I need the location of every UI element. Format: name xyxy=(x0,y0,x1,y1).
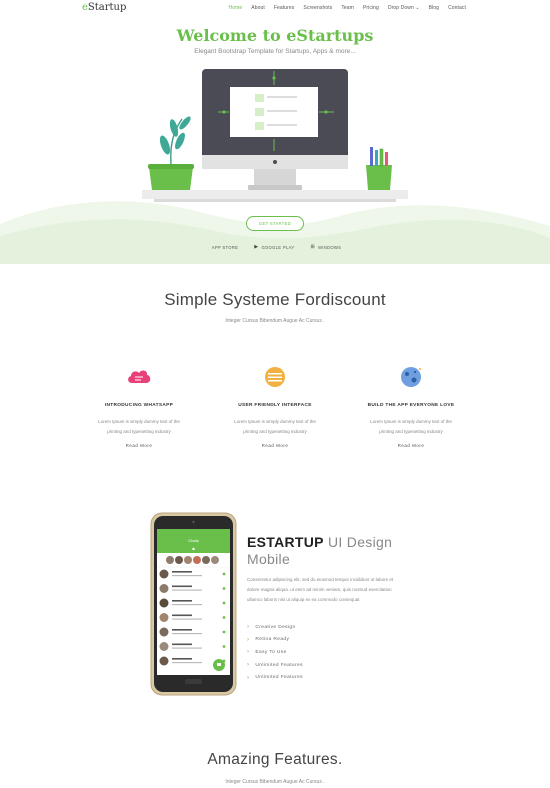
chat-preview-line xyxy=(172,633,202,635)
chat-preview-line xyxy=(172,618,202,620)
planet-icon xyxy=(401,367,421,387)
chevron-right-icon: › xyxy=(247,649,250,656)
feature-title: INTRODUCING WHATSAPP xyxy=(104,403,174,408)
google-play-link[interactable]: ▶ GOOGLE PLAY xyxy=(254,244,294,250)
hero-title: Welcome to eStartups xyxy=(176,26,374,45)
chat-avatar xyxy=(159,642,169,651)
nav-home[interactable]: Home xyxy=(229,5,243,11)
feature-title: USER FRIENDLY INTERFACE xyxy=(238,403,312,408)
chat-avatar xyxy=(159,613,169,622)
chat-name-line xyxy=(172,614,192,617)
chevron-right-icon: › xyxy=(247,636,250,643)
nav-dropdown[interactable]: Drop Down ⌄ xyxy=(388,5,420,11)
windows-icon: ⊞ xyxy=(310,244,315,250)
features-row: INTRODUCING WHATSAPP Lorem Ipsum is simp… xyxy=(75,365,475,448)
feature-title: BUILD THE APP EVERYONE LOVE xyxy=(367,403,455,408)
app-store-link[interactable]: APP STORE xyxy=(209,244,239,250)
amazing-subtitle: Integer Cursus Bibendum Augue Ac Cursus … xyxy=(225,779,325,785)
list-item: › Unlimited Features xyxy=(247,674,303,681)
feature-card: INTRODUCING WHATSAPP Lorem Ipsum is simp… xyxy=(75,365,203,448)
phone-mockup: Chats xyxy=(150,512,237,696)
desk-illustration xyxy=(142,69,408,202)
chat-preview-line xyxy=(172,647,202,649)
list-item: › Creative Design xyxy=(247,624,296,631)
chat-avatar xyxy=(159,656,169,666)
feature-card: BUILD THE APP EVERYONE LOVE Lorem Ipsum … xyxy=(347,365,475,448)
store-links: APP STORE ▶ GOOGLE PLAY ⊞ WINDOWS xyxy=(0,244,550,250)
chevron-right-icon: › xyxy=(247,662,250,669)
chat-status-dot xyxy=(222,601,226,605)
cloud-icon xyxy=(128,370,151,383)
design-title: ESTARTUP UI Design Mobile xyxy=(247,534,393,567)
feature-text: Lorem Ipsum is simply dummy text of the p… xyxy=(98,419,180,434)
chat-name-line xyxy=(172,643,192,646)
feature-text: Lorem Ipsum is simply dummy text of the p… xyxy=(234,419,316,434)
chat-status-dot xyxy=(222,645,226,648)
nav-screenshots[interactable]: Screenshots xyxy=(303,5,332,11)
read-more-link[interactable]: Read More xyxy=(75,443,203,448)
chat-status-dot xyxy=(222,572,226,576)
chat-preview-line xyxy=(172,604,202,606)
ui-icon xyxy=(265,367,285,387)
chat-avatar xyxy=(159,627,169,637)
amazing-title: Amazing Features. xyxy=(207,751,343,768)
chat-preview-line xyxy=(172,662,202,664)
read-more-link[interactable]: Read More xyxy=(211,443,339,448)
feature-text: Lorem Ipsum is simply dummy text of the p… xyxy=(370,419,452,434)
list-item: › Retina Ready xyxy=(247,636,290,643)
nav-about[interactable]: About xyxy=(251,5,265,11)
nav-pricing[interactable]: Pricing xyxy=(363,5,379,11)
site-logo[interactable]: eStartup xyxy=(82,2,126,13)
design-description: Consectetur adipiscing elit, sed do eius… xyxy=(247,577,394,602)
chat-name-line xyxy=(172,658,192,660)
chat-avatar xyxy=(159,569,169,579)
navbar: eStartup Home About Features Screenshots… xyxy=(0,0,550,18)
phone-header-title: Chats xyxy=(188,538,198,543)
play-icon: ▶ xyxy=(254,244,259,250)
chevron-right-icon: › xyxy=(247,674,250,681)
nav-contact[interactable]: Contact xyxy=(448,5,466,11)
hero-section: Welcome to eStartups Elegant Bootstrap T… xyxy=(0,18,550,264)
chat-name-line xyxy=(172,629,192,631)
list-item: › Easy To Use xyxy=(247,649,287,656)
chevron-right-icon: › xyxy=(247,624,250,631)
feature-card: USER FRIENDLY INTERFACE Lorem Ipsum is s… xyxy=(211,365,339,448)
chat-preview-line xyxy=(172,575,202,577)
chat-avatar xyxy=(159,598,169,608)
get-started-button[interactable]: GET STARTED xyxy=(246,216,304,231)
intro-subtitle: Integer Cursus Bibendum Augue Ac Cursus … xyxy=(225,318,325,324)
chat-avatar xyxy=(159,584,169,593)
list-item: › Unlimited Features xyxy=(247,662,303,669)
read-more-link[interactable]: Read More xyxy=(347,443,475,448)
chat-status-dot xyxy=(222,616,226,619)
design-feature-list: › Creative Design › Retina Ready › Easy To … xyxy=(247,621,303,684)
nav-blog[interactable]: Blog xyxy=(429,5,439,11)
hero-subtitle: Elegant Bootstrap Template for Startups,… xyxy=(194,48,356,55)
nav-features[interactable]: Features xyxy=(274,5,295,11)
chat-name-line xyxy=(172,585,192,588)
chat-status-dot xyxy=(222,630,226,634)
chat-status-dot xyxy=(222,587,226,590)
chat-name-line xyxy=(172,571,192,573)
chat-name-line xyxy=(172,600,192,602)
windows-link[interactable]: ⊞ WINDOWS xyxy=(310,244,341,250)
nav-menu: Home About Features Screenshots Team Pri… xyxy=(229,5,466,11)
chat-preview-line xyxy=(172,589,202,591)
nav-team[interactable]: Team xyxy=(341,5,354,11)
intro-title: Simple Systeme Fordiscount xyxy=(164,290,386,309)
